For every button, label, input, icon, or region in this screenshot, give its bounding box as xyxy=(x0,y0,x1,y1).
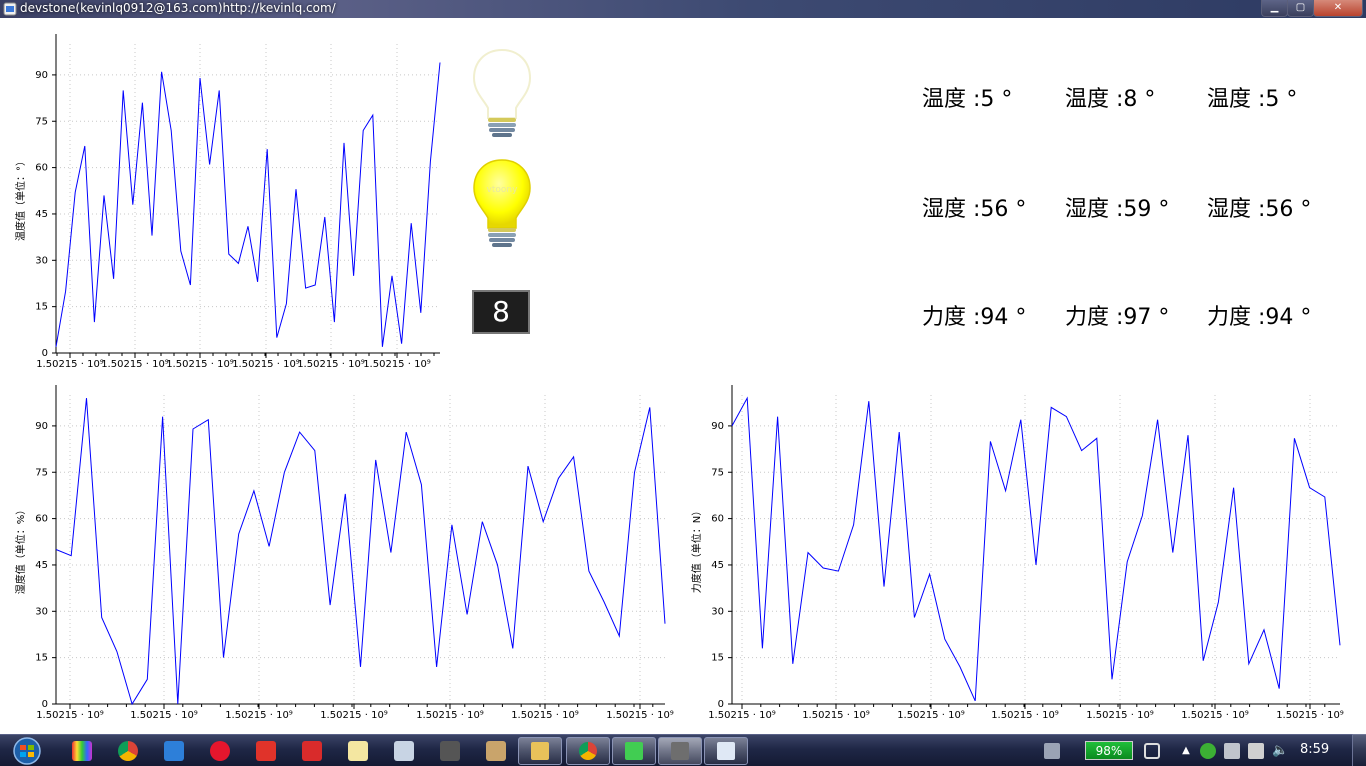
force-xtick-label: 1.50215 · 10⁹ xyxy=(708,710,776,721)
hum-xtick-label: 1.50215 · 10⁹ xyxy=(606,710,674,721)
hum-ytick-label: 0 xyxy=(42,699,48,710)
hum-xtick-label: 1.50215 · 10⁹ xyxy=(36,710,104,721)
humidity-chart: 90756045301501.50215 · 10⁹ 1.50215 · 10⁹ 1… xyxy=(14,385,674,721)
window-task-button[interactable] xyxy=(704,737,748,765)
force-ytick-label: 90 xyxy=(711,421,724,432)
lcd-number-display: 8 xyxy=(472,290,530,334)
hum-ytick-label: 45 xyxy=(35,560,48,571)
hum-ylabel: 湿度值（单位：%） xyxy=(14,505,27,595)
chrome-task-button[interactable] xyxy=(566,737,610,765)
minimize-button[interactable]: ▁ xyxy=(1261,0,1288,17)
network-status-icon[interactable] xyxy=(1248,743,1264,759)
force-ytick-label: 15 xyxy=(711,653,724,664)
force-chart: 90756045301501.50215 · 10⁹ 1.50215 · 10⁹ 1… xyxy=(690,385,1344,721)
force-ytick-label: 30 xyxy=(711,606,724,617)
force-xtick-label: 1.50215 · 10⁹ xyxy=(991,710,1059,721)
force-reading-3: 力度 :94 ° xyxy=(1207,305,1312,330)
temp-series-line xyxy=(55,62,441,347)
force-ytick-label: 0 xyxy=(718,699,724,710)
hum-ytick-label: 75 xyxy=(35,467,48,478)
force-reading-1: 力度 :94 ° xyxy=(922,305,1027,330)
maximize-button[interactable]: ▢ xyxy=(1287,0,1314,17)
hum-xtick-label: 1.50215 · 10⁹ xyxy=(416,710,484,721)
lamp-on-icon: vtoony xyxy=(473,159,531,247)
notepad-icon[interactable] xyxy=(348,741,368,761)
active-app-task-button[interactable] xyxy=(658,737,702,765)
volume-icon[interactable]: 🔈 xyxy=(1272,743,1288,759)
lamp-off-icon xyxy=(472,48,532,137)
temp-xtick-label: 1.50215 · 10⁹ xyxy=(232,359,300,370)
qt-creator-task-button[interactable] xyxy=(612,737,656,765)
force-xtick-label: 1.50215 · 10⁹ xyxy=(1086,710,1154,721)
temp-xtick-label: 1.50215 · 10⁹ xyxy=(166,359,234,370)
battery-indicator[interactable]: 98% xyxy=(1085,741,1133,760)
network-icon[interactable] xyxy=(440,741,460,761)
wechat-icon[interactable] xyxy=(1200,743,1216,759)
hum-reading-3: 湿度 :56 ° xyxy=(1207,197,1312,222)
close-button[interactable]: ✕ xyxy=(1313,0,1363,17)
temp-ytick-label: 45 xyxy=(35,209,48,220)
show-desktop-button[interactable] xyxy=(1352,734,1366,766)
power-plug-icon[interactable] xyxy=(1144,743,1160,759)
temp-xtick-label: 1.50215 · 10⁹ xyxy=(36,359,104,370)
app-g-icon[interactable] xyxy=(256,741,276,761)
hum-xtick-label: 1.50215 · 10⁹ xyxy=(130,710,198,721)
hum-ytick-label: 90 xyxy=(35,421,48,432)
force-ytick-label: 60 xyxy=(711,514,724,525)
tray-app-icon[interactable] xyxy=(1224,743,1240,759)
force-xtick-label: 1.50215 · 10⁹ xyxy=(1276,710,1344,721)
hum-xtick-label: 1.50215 · 10⁹ xyxy=(225,710,293,721)
hum-ytick-label: 60 xyxy=(35,514,48,525)
hum-xtick-label: 1.50215 · 10⁹ xyxy=(511,710,579,721)
force-ytick-label: 45 xyxy=(711,560,724,571)
force-xtick-label: 1.50215 · 10⁹ xyxy=(802,710,870,721)
start-button[interactable] xyxy=(8,737,46,765)
force-reading-2: 力度 :97 ° xyxy=(1065,305,1170,330)
hum-ytick-label: 30 xyxy=(35,606,48,617)
force-xtick-label: 1.50215 · 10⁹ xyxy=(1181,710,1249,721)
show-hidden-icons-icon[interactable]: ▲ xyxy=(1178,743,1194,759)
temp-ytick-label: 15 xyxy=(35,302,48,313)
lamp-label: vtoony xyxy=(487,185,519,195)
temp-reading-1: 温度 :5 ° xyxy=(922,87,1013,112)
temp-ytick-label: 30 xyxy=(35,255,48,266)
hum-reading-2: 湿度 :59 ° xyxy=(1065,197,1170,222)
mail-icon[interactable] xyxy=(302,741,322,761)
temp-xtick-label: 1.50215 · 10⁹ xyxy=(297,359,365,370)
hum-ytick-label: 15 xyxy=(35,653,48,664)
system-clock[interactable]: 8:59 xyxy=(1300,742,1329,757)
force-ytick-label: 75 xyxy=(711,467,724,478)
chrome-icon[interactable] xyxy=(118,741,138,761)
temp-ylabel: 温度值（单位：°） xyxy=(14,156,27,241)
explorer-task-button[interactable] xyxy=(518,737,562,765)
temp-reading-2: 温度 :8 ° xyxy=(1065,87,1156,112)
app-icon xyxy=(3,2,17,16)
temp-ytick-label: 90 xyxy=(35,70,48,81)
hum-reading-1: 湿度 :56 ° xyxy=(922,197,1027,222)
force-series-line xyxy=(731,396,1341,702)
force-xtick-label: 1.50215 · 10⁹ xyxy=(897,710,965,721)
window-title: devstone(kevinlq0912@163.com)http://kevi… xyxy=(20,1,336,15)
hum-xtick-label: 1.50215 · 10⁹ xyxy=(320,710,388,721)
color-picker-icon[interactable] xyxy=(72,741,92,761)
temp-ytick-label: 60 xyxy=(35,163,48,174)
image-editor-icon[interactable] xyxy=(486,741,506,761)
weibo-icon[interactable] xyxy=(210,741,230,761)
pencil-app-icon[interactable] xyxy=(164,741,184,761)
force-ylabel: 力度值（单位：N） xyxy=(690,506,703,593)
temp-reading-3: 温度 :5 ° xyxy=(1207,87,1298,112)
temp-xtick-label: 1.50215 · 10⁹ xyxy=(101,359,169,370)
temp-ytick-label: 75 xyxy=(35,116,48,127)
temperature-chart: 90756045301501.50215 · 10⁹1.50215 · 10⁹1… xyxy=(14,34,441,370)
temp-ytick-label: 0 xyxy=(42,348,48,359)
keyboard-icon[interactable] xyxy=(1044,743,1060,759)
temp-xtick-label: 1.50215 · 10⁹ xyxy=(363,359,431,370)
calculator-icon[interactable] xyxy=(394,741,414,761)
